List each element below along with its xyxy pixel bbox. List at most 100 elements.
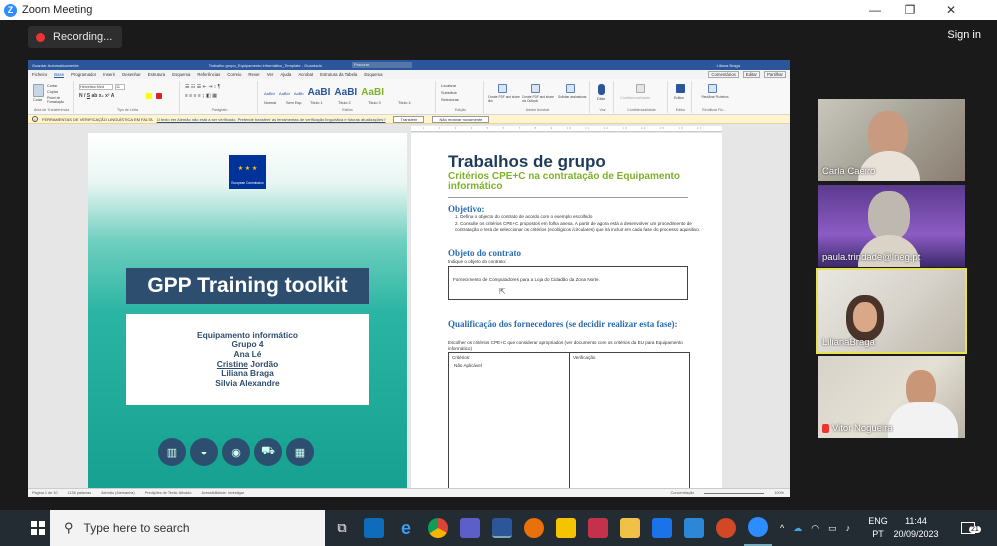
powerpoint-icon[interactable]	[712, 510, 740, 546]
sensitivity-button[interactable]: Confidencialidade	[620, 96, 650, 100]
participant-tile-liliana[interactable]: LilianaBraga	[816, 268, 967, 354]
create-pdf-outlook-button[interactable]: Create PDF and share via Outlook	[522, 95, 554, 103]
create-pdf-icon[interactable]	[498, 84, 507, 93]
tab-ver[interactable]: Ver	[267, 72, 273, 77]
tab-ajuda[interactable]: Ajuda	[280, 72, 291, 77]
reuse-files-button[interactable]: Reutilizar Ficheiros	[697, 95, 733, 99]
app-red-icon[interactable]	[584, 510, 612, 546]
recording-indicator[interactable]: Recording...	[28, 26, 123, 48]
word-search-input[interactable]: Procurar	[351, 62, 412, 68]
app-blue-icon[interactable]	[648, 510, 676, 546]
paste-icon[interactable]	[33, 84, 44, 97]
notice-link[interactable]: O texto em Alemão não está a ser verific…	[157, 117, 386, 122]
tab-estrutura-tabela[interactable]: Estrutura da Tabela	[320, 72, 357, 77]
language-indicator[interactable]: ENG PT	[864, 515, 892, 541]
style-normal[interactable]: AaBbI	[264, 91, 275, 96]
word-icon[interactable]	[488, 510, 516, 546]
tab-estrutura[interactable]: Estrutura	[148, 72, 165, 77]
editor-button[interactable]: Editor	[674, 96, 684, 100]
edge-icon[interactable]: e	[392, 510, 420, 546]
file-explorer-icon[interactable]	[616, 510, 644, 546]
font-size-select[interactable]: 11	[115, 84, 125, 90]
status-language[interactable]: Alemão (Alemanha)	[101, 491, 135, 495]
tab-rever[interactable]: Rever	[248, 72, 259, 77]
volume-icon[interactable]: ♪	[846, 523, 851, 533]
document-area[interactable]: · · · 1 · · · 2 · · · 3 · · · 4 · · · 5 …	[28, 124, 790, 494]
font-name-select[interactable]: Helvetica Med	[79, 84, 113, 90]
object-box[interactable]: Fornecimento de Computadores para a Loja…	[448, 266, 688, 300]
zoom-slider[interactable]	[704, 492, 765, 494]
style-heading2[interactable]: AaBI	[308, 87, 331, 98]
participant-tile-carla[interactable]: Carla Caeiro	[818, 99, 965, 181]
autosave-label[interactable]: Guardar Automaticamente	[32, 63, 79, 68]
dictate-button[interactable]: Ditar	[597, 97, 605, 101]
edit-button[interactable]: Editar	[742, 71, 760, 78]
close-button[interactable]: ✕	[934, 0, 968, 20]
tray-expand-icon[interactable]: ^	[780, 523, 784, 533]
notifications-button[interactable]: 21	[954, 510, 982, 546]
chrome-icon[interactable]	[424, 510, 452, 546]
battery-icon[interactable]: ▭	[828, 523, 837, 534]
tab-ficheiro[interactable]: Ficheiro	[32, 72, 47, 77]
style-no-spacing[interactable]: AaBbI	[279, 91, 290, 96]
status-accessibility[interactable]: Acessibilidade: investigar	[201, 491, 244, 495]
tab-esquema[interactable]: Esquema	[172, 72, 190, 77]
replace-button[interactable]: Substituir	[441, 91, 457, 95]
status-words[interactable]: 1136 palavras	[68, 491, 92, 495]
tab-acrobat[interactable]: Acrobat	[298, 72, 313, 77]
participant-tile-vitor[interactable]: Vitor Nogueira	[818, 356, 965, 438]
request-signature-button[interactable]: Solicitar assinaturas	[558, 95, 588, 99]
cloud-icon[interactable]: ☁	[793, 523, 802, 534]
zoom-level[interactable]: 100%	[774, 491, 790, 495]
reuse-files-icon[interactable]	[708, 84, 717, 93]
create-pdf-button[interactable]: Create PDF and share link	[488, 95, 520, 103]
create-pdf-outlook-icon[interactable]	[531, 84, 540, 93]
notification-count: 21	[969, 526, 981, 533]
tab-referencias[interactable]: Referências	[197, 72, 220, 77]
highlight-icon[interactable]	[146, 93, 152, 99]
font-color-icon[interactable]	[156, 93, 162, 99]
share-button[interactable]: Partilhar	[763, 71, 786, 78]
chrome2-icon[interactable]	[520, 510, 548, 546]
word-user[interactable]: Liliana Braga	[717, 63, 740, 68]
find-button[interactable]: Localizar	[441, 84, 456, 88]
taskbar-search-input[interactable]: ⚲ Type here to search	[50, 510, 325, 546]
zoom-taskbar-icon[interactable]	[744, 510, 772, 546]
tab-desenhar[interactable]: Desenhar	[122, 72, 141, 77]
format-painter-button[interactable]: Pincel de Formatação	[47, 96, 73, 104]
comments-button[interactable]: Comentários	[708, 71, 739, 78]
participant-tile-paula[interactable]: paula.trindade@lneg.pt	[818, 185, 965, 267]
status-page[interactable]: Página 1 de 10	[32, 491, 58, 495]
dont-show-button[interactable]: Não mostrar novamente	[432, 115, 490, 123]
snip-icon[interactable]	[680, 510, 708, 546]
focus-button[interactable]: Concentração	[671, 491, 695, 495]
criteria-table[interactable]: Critérios: Verificação Não Aplicável	[448, 352, 690, 494]
style-heading1[interactable]: AaBb	[294, 91, 304, 96]
tab-correio[interactable]: Correio	[227, 72, 241, 77]
clock[interactable]: 11:44 20/09/2023	[890, 515, 942, 541]
wifi-icon[interactable]: ◠	[811, 523, 819, 534]
windows-start-icon[interactable]	[25, 510, 50, 546]
microphone-icon[interactable]	[598, 84, 605, 95]
tab-programador[interactable]: Programador	[71, 72, 96, 77]
request-signature-icon[interactable]	[566, 84, 575, 93]
teams-icon[interactable]	[456, 510, 484, 546]
maximize-button[interactable]: ❐	[893, 0, 927, 20]
sign-in-link[interactable]: Sign in	[947, 29, 981, 41]
status-predict[interactable]: Predições de Texto: Ativado	[145, 491, 192, 495]
sticky-icon[interactable]	[552, 510, 580, 546]
tab-base[interactable]: Base	[54, 72, 65, 78]
cut-button[interactable]: Cortar	[47, 84, 58, 88]
copy-button[interactable]: Copiar	[47, 90, 58, 94]
editor-icon[interactable]	[676, 84, 685, 93]
tab-esquema-tabela[interactable]: Esquema	[364, 72, 382, 77]
style-heading3[interactable]: AaBI	[334, 87, 357, 98]
minimize-button[interactable]: —	[858, 0, 892, 20]
tab-inserir[interactable]: Inserir	[103, 72, 115, 77]
download-button[interactable]: Transferir	[393, 115, 425, 123]
task-view-icon[interactable]: ⧉	[328, 510, 356, 546]
style-heading4[interactable]: AaBI	[361, 87, 384, 98]
sensitivity-icon[interactable]	[636, 84, 645, 93]
select-button[interactable]: Selecionar	[441, 98, 459, 102]
outlook-icon[interactable]	[360, 510, 388, 546]
